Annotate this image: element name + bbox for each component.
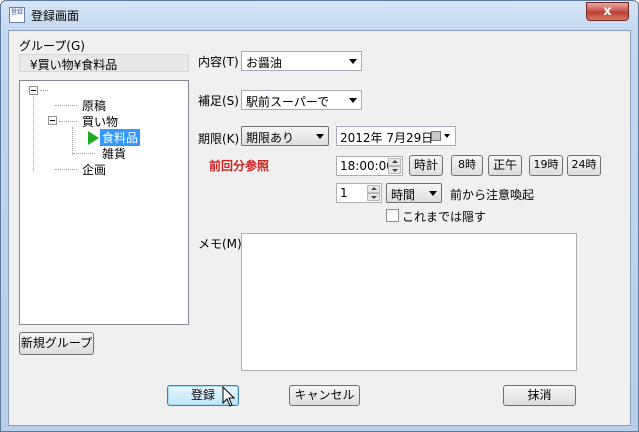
deadline-combo[interactable]: 期限あり [241, 126, 329, 146]
window-title: 登録画面 [31, 9, 80, 23]
tree-line [40, 90, 48, 91]
tree-item-genkou[interactable]: 原稿 [82, 97, 106, 114]
kaimono-collapse-icon[interactable] [48, 116, 57, 125]
chevron-down-icon [316, 134, 324, 139]
supplement-label: 補足(S) [198, 94, 239, 108]
app-icon-text: 登録 [11, 9, 24, 16]
mouse-cursor-icon [222, 386, 236, 407]
tree-item-zakka[interactable]: 雑貨 [102, 145, 126, 162]
memo-textarea[interactable] [241, 233, 577, 371]
spin-down-icon[interactable] [388, 166, 401, 174]
time-spinner[interactable]: 18:00:00 [336, 156, 403, 176]
new-group-button[interactable]: 新規グループ [19, 332, 94, 355]
remind-count-value: 1 [340, 186, 348, 200]
content-combo[interactable]: お醤油 [241, 51, 362, 71]
tree-line [55, 169, 77, 170]
remind-unit-combo[interactable]: 時間 [386, 183, 442, 203]
tree-item-kaimono[interactable]: 買い物 [82, 113, 118, 130]
previous-reference-link[interactable]: 前回分参照 [209, 157, 269, 174]
root-collapse-icon[interactable] [29, 86, 38, 95]
close-icon: x [603, 4, 612, 19]
hide-until-checkbox[interactable] [386, 209, 399, 222]
app-icon: 登録 [9, 7, 25, 23]
remind-suffix-label: 前から注意喚起 [450, 188, 535, 202]
calendar-icon[interactable] [431, 131, 441, 141]
chevron-down-icon [349, 59, 357, 64]
chevron-down-icon [444, 134, 450, 138]
tree-line [33, 96, 34, 171]
deadline-label: 期限(K) [198, 132, 240, 146]
close-button[interactable]: x [586, 2, 629, 21]
tree-item-shokuryouhin[interactable]: 食料品 [100, 129, 141, 146]
hide-until-label: これまでは隠す [402, 210, 487, 224]
selection-arrow-icon [88, 131, 99, 145]
24h-button[interactable]: 24時 [567, 155, 601, 176]
8am-button[interactable]: 8時 [451, 155, 483, 176]
spin-down-icon[interactable] [367, 193, 380, 201]
chevron-down-icon [349, 98, 357, 103]
memo-label: メモ(M) [198, 237, 242, 251]
tree-line [55, 105, 77, 106]
deadline-value: 期限あり [246, 131, 295, 145]
date-picker[interactable]: 2012年 7月29日 [336, 126, 456, 146]
remind-unit-value: 時間 [391, 188, 416, 202]
title-bar[interactable]: 登録 登録画面 x [1, 1, 638, 29]
clock-button[interactable]: 時計 [409, 155, 443, 176]
cancel-button[interactable]: キャンセル [289, 385, 360, 406]
spin-up-icon[interactable] [367, 185, 380, 193]
remind-count-spinner[interactable]: 1 [336, 183, 382, 203]
group-path-field: ¥買い物¥食料品 [19, 54, 189, 72]
group-label: グループ(G) [19, 39, 85, 53]
supplement-combo[interactable]: 駅前スーパーで [241, 90, 362, 110]
group-path-text: ¥買い物¥食料品 [30, 58, 118, 72]
tree-item-kikaku[interactable]: 企画 [82, 161, 106, 178]
noon-button[interactable]: 正午 [488, 155, 522, 176]
group-tree[interactable]: 原稿 買い物 食料品 雑貨 企画 [19, 80, 189, 325]
date-value: 2012年 7月29日 [340, 131, 434, 145]
delete-button[interactable]: 抹消 [503, 385, 576, 406]
supplement-value: 駅前スーパーで [246, 95, 330, 109]
tree-line [59, 121, 77, 122]
content-label: 内容(T) [198, 55, 239, 69]
tree-line [72, 127, 73, 155]
spin-up-icon[interactable] [388, 158, 401, 166]
time-value: 18:00:00 [340, 159, 394, 173]
chevron-down-icon [429, 191, 437, 196]
19h-button[interactable]: 19時 [529, 155, 563, 176]
tree-line [73, 153, 95, 154]
content-value: お醤油 [246, 56, 283, 70]
